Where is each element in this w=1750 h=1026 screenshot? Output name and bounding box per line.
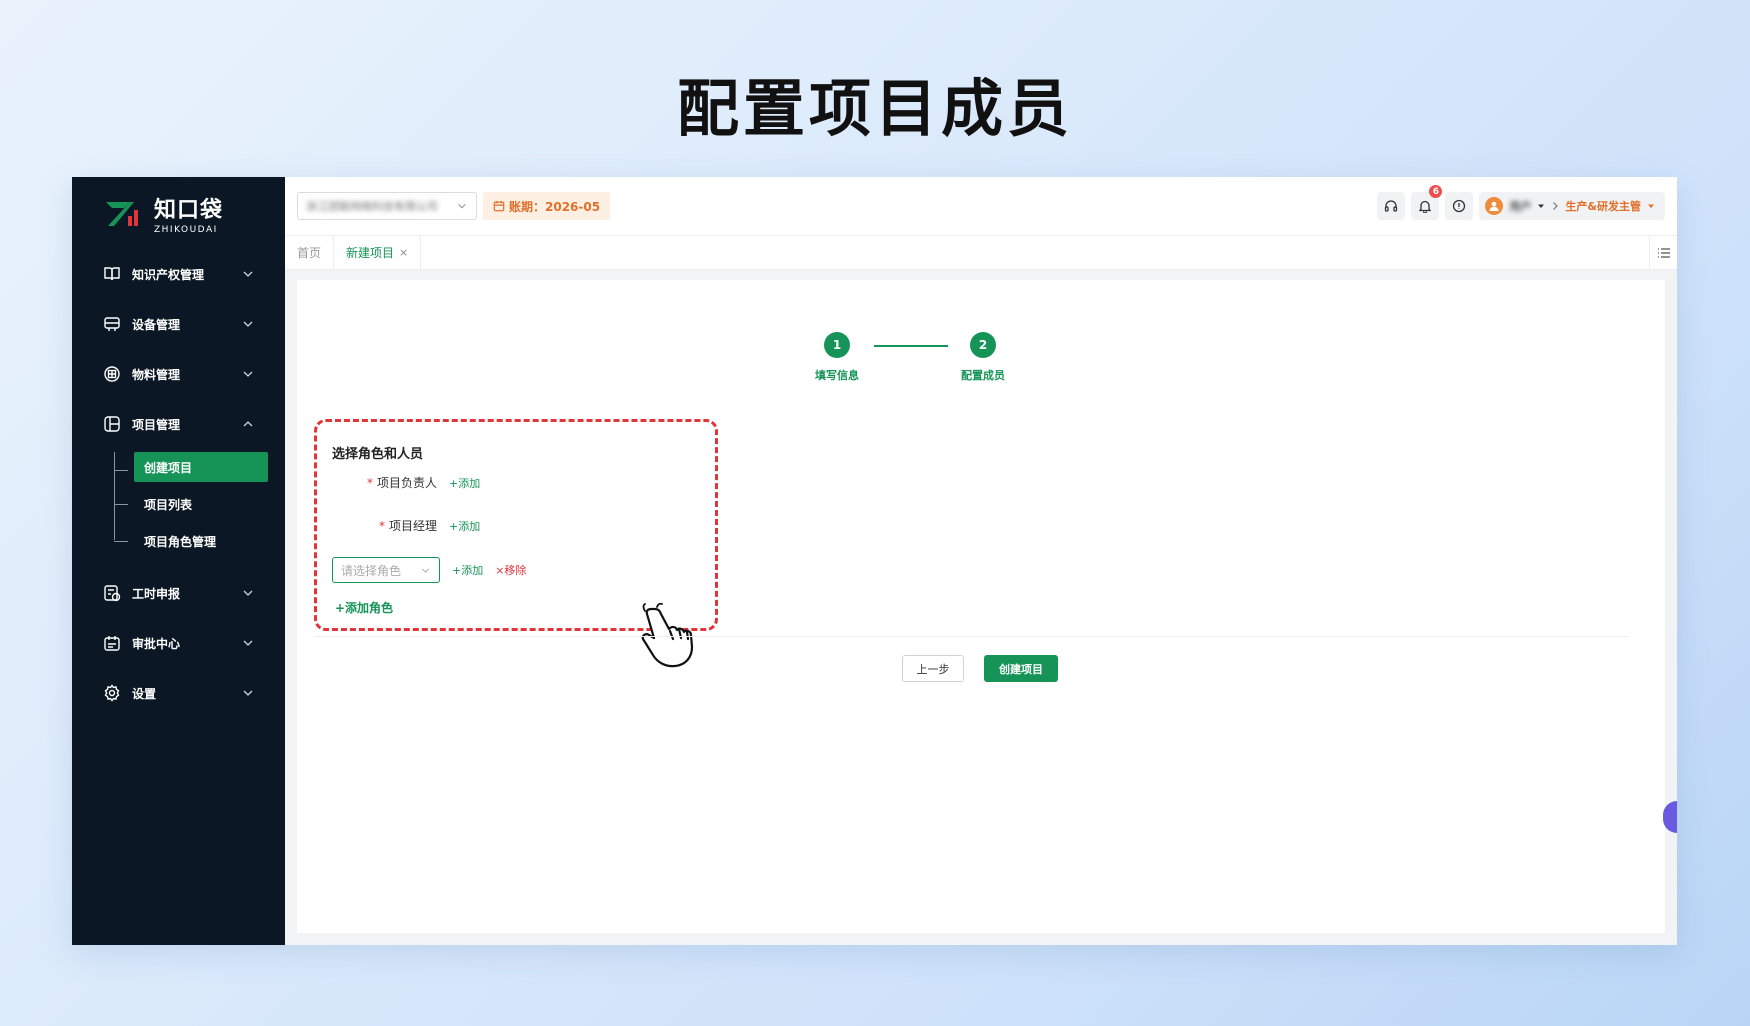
add-leader-link[interactable]: +添加: [449, 475, 480, 491]
user-name: 用户: [1509, 200, 1532, 213]
custom-role-row: 请选择角色 +添加 ×移除: [332, 557, 526, 583]
chevron-down-icon: [243, 371, 253, 377]
company-name: 浙江团联网络科技有限公司: [306, 200, 438, 213]
section-title: 选择角色和人员: [332, 447, 424, 462]
content-panel: 1 填写信息 2 配置成员 选择角色和人员 * 项目负责人 +添加 * 项目经理…: [297, 280, 1665, 933]
prev-step-button[interactable]: 上一步: [902, 655, 964, 682]
sidebar-item-label: 设置: [132, 686, 157, 701]
timesheet-icon: [102, 583, 122, 603]
step-label: 填写信息: [815, 369, 859, 382]
role-select[interactable]: 请选择角色: [332, 557, 440, 583]
required-mark: *: [379, 518, 385, 533]
caret-down-icon: [1538, 204, 1545, 208]
role-name: 生产&研发主管: [1565, 200, 1641, 213]
tab-label: 新建项目: [346, 246, 395, 260]
chevron-down-icon: [421, 568, 430, 573]
chevron-up-icon: [243, 421, 253, 427]
logo-name: 知口袋: [154, 197, 224, 223]
steps: 1 填写信息 2 配置成员: [297, 332, 1665, 392]
chevron-down-icon: [243, 640, 253, 646]
device-icon: [102, 314, 122, 334]
sidebar-item-project[interactable]: 项目管理: [72, 399, 285, 449]
step-label: 配置成员: [961, 369, 1005, 382]
topbar: 浙江团联网络科技有限公司 账期：2026-05 6 用户 生产&研发主管: [285, 177, 1677, 236]
add-manager-link[interactable]: +添加: [449, 518, 480, 534]
headset-icon: [1385, 200, 1398, 212]
add-member-link[interactable]: +添加: [452, 562, 483, 578]
chevron-down-icon: [243, 321, 253, 327]
topbar-actions: 6 用户 生产&研发主管: [1377, 185, 1665, 220]
tab-label: 首页: [297, 246, 322, 260]
sidebar-nav: 知识产权管理 设备管理 物料管理 项目管理 创建项目 项目列表 项目角色管理 工…: [72, 249, 285, 718]
period-badge[interactable]: 账期：2026-05: [483, 192, 611, 220]
main-area: 浙江团联网络科技有限公司 账期：2026-05 6 用户 生产&研发主管 首页 …: [285, 177, 1677, 945]
pointer-hand-icon: [641, 603, 694, 668]
list-icon: [1657, 248, 1670, 258]
close-icon[interactable]: ×: [399, 246, 408, 259]
sidebar-item-material[interactable]: 物料管理: [72, 349, 285, 399]
material-icon: [102, 364, 122, 384]
user-menu[interactable]: 用户 生产&研发主管: [1479, 192, 1665, 220]
required-mark: *: [367, 475, 373, 490]
project-icon: [102, 414, 122, 434]
remove-role-link[interactable]: ×移除: [495, 562, 526, 578]
chevron-down-icon: [458, 203, 466, 209]
add-role-link[interactable]: +添加角色: [335, 599, 393, 616]
sidebar-subitem-project-roles[interactable]: 项目角色管理: [114, 523, 268, 560]
book-icon: [102, 264, 122, 284]
sidebar-item-ip[interactable]: 知识产权管理: [72, 249, 285, 299]
info-button[interactable]: [1445, 192, 1474, 220]
company-select[interactable]: 浙江团联网络科技有限公司: [297, 192, 477, 220]
step-2: 2 配置成员: [933, 332, 1033, 383]
sidebar-item-label: 项目管理: [132, 417, 181, 432]
divider: [314, 636, 1629, 637]
notification-badge: 6: [1429, 185, 1443, 198]
sidebar: 知口袋 ZHIKOUDAI 知识产权管理 设备管理 物料管理 项目管理 创建项目…: [72, 177, 285, 945]
sidebar-item-label: 设备管理: [132, 317, 181, 332]
calendar-icon: [493, 200, 505, 212]
caret-down-icon: [1648, 204, 1654, 208]
sidebar-item-device[interactable]: 设备管理: [72, 299, 285, 349]
bell-icon: [1419, 200, 1432, 213]
tab-menu-button[interactable]: [1649, 236, 1677, 270]
step-1: 1 填写信息: [787, 332, 887, 383]
step-number: 1: [824, 332, 850, 358]
sidebar-item-label: 工时申报: [132, 586, 181, 601]
gear-icon: [102, 683, 122, 703]
logo-sub: ZHIKOUDAI: [154, 224, 218, 235]
create-project-button[interactable]: 创建项目: [984, 655, 1058, 682]
sidebar-item-label: 知识产权管理: [132, 267, 205, 282]
chevron-down-icon: [243, 590, 253, 596]
step-number: 2: [970, 332, 996, 358]
logo-mark-icon: [104, 198, 142, 228]
alert-icon: [1453, 199, 1466, 213]
sidebar-item-timesheet[interactable]: 工时申报: [72, 568, 285, 618]
role-select-placeholder: 请选择角色: [341, 563, 402, 578]
notification-button[interactable]: 6: [1411, 185, 1443, 220]
project-subnav: 创建项目 项目列表 项目角色管理: [72, 452, 285, 568]
sidebar-subitem-project-list[interactable]: 项目列表: [114, 486, 268, 523]
leader-label: 项目负责人: [377, 476, 438, 490]
manager-label: 项目经理: [389, 519, 438, 533]
hero-title: 配置项目成员: [676, 72, 1073, 145]
logo[interactable]: 知口袋 ZHIKOUDAI: [72, 177, 285, 249]
approval-icon: [102, 633, 122, 653]
sidebar-item-settings[interactable]: 设置: [72, 668, 285, 718]
tab-home[interactable]: 首页: [285, 236, 335, 269]
tab-new-project[interactable]: 新建项目 ×: [334, 236, 422, 269]
chevron-down-icon: [243, 271, 253, 277]
chevron-down-icon: [243, 690, 253, 696]
leader-row: * 项目负责人 +添加: [367, 474, 480, 491]
support-button[interactable]: [1377, 192, 1406, 220]
tab-bar: 首页 新建项目 ×: [285, 236, 1677, 270]
sidebar-item-label: 物料管理: [132, 367, 181, 382]
period-text: 账期：2026-05: [509, 199, 601, 214]
app-window: 知口袋 ZHIKOUDAI 知识产权管理 设备管理 物料管理 项目管理 创建项目…: [72, 177, 1677, 945]
chevron-right-icon: [1553, 202, 1559, 210]
sidebar-item-label: 审批中心: [132, 636, 181, 651]
sidebar-item-approval[interactable]: 审批中心: [72, 618, 285, 668]
sidebar-subitem-create-project[interactable]: 创建项目: [114, 452, 268, 482]
manager-row: * 项目经理 +添加: [379, 517, 480, 534]
avatar: [1485, 197, 1504, 215]
